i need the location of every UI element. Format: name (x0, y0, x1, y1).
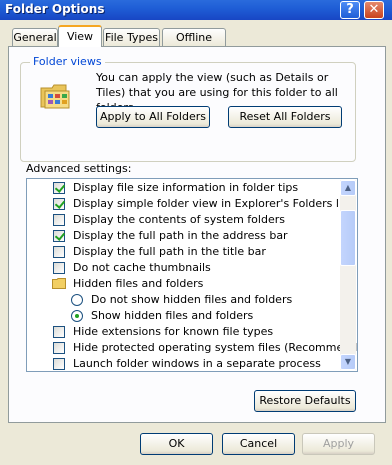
list-item[interactable]: Launch folder windows in a separate proc… (27, 356, 341, 371)
advanced-settings-list[interactable]: Display file size information in folder … (26, 178, 358, 372)
close-button[interactable]: ✕ (364, 1, 384, 19)
advanced-settings-scrollbar[interactable]: ▲ ▼ (340, 180, 356, 370)
checkbox[interactable] (53, 342, 65, 354)
apply-to-all-folders-label: Apply to All Folders (100, 110, 206, 123)
list-item[interactable]: Show hidden files and folders (27, 308, 341, 324)
list-item-label: Do not show hidden files and folders (91, 293, 293, 306)
list-item[interactable]: Hide protected operating system files (R… (27, 340, 357, 356)
tab-general[interactable]: General (12, 28, 58, 46)
folder-views-legend: Folder views (30, 55, 105, 68)
apply-to-all-folders-button[interactable]: Apply to All Folders (96, 106, 210, 128)
chevron-up-icon: ▲ (344, 183, 352, 192)
ok-label: OK (168, 437, 185, 450)
list-item[interactable]: Display simple folder view in Explorer's… (27, 196, 352, 212)
apply-label: Apply (322, 437, 355, 450)
list-item-label: Display the full path in the title bar (73, 245, 266, 258)
list-item[interactable]: Display the contents of system folders (27, 212, 341, 228)
list-item-label: Launch folder windows in a separate proc… (73, 357, 321, 370)
checkbox[interactable] (53, 326, 65, 338)
checkbox[interactable] (53, 198, 65, 210)
list-item[interactable]: Hide extensions for known file types (27, 324, 341, 340)
checkbox[interactable] (53, 230, 65, 242)
help-icon: ? (346, 2, 354, 17)
checkbox[interactable] (53, 182, 65, 194)
list-group-header: Hidden files and folders (27, 276, 341, 292)
list-item-label: Display file size information in folder … (73, 181, 299, 194)
checkbox[interactable] (53, 214, 65, 226)
tab-file-types[interactable]: File Types (103, 28, 160, 46)
list-item-label: Hide extensions for known file types (73, 325, 274, 338)
list-item-label: Display the contents of system folders (73, 213, 285, 226)
radio-button[interactable] (71, 310, 83, 322)
list-item[interactable]: Display file size information in folder … (27, 180, 341, 196)
close-icon: ✕ (368, 2, 380, 17)
ok-button[interactable]: OK (140, 433, 213, 455)
tab-offline-files[interactable]: Offline Files (162, 28, 226, 61)
cancel-button[interactable]: Cancel (222, 433, 295, 455)
tab-view-label: View (66, 30, 94, 43)
folder-views-icon (40, 84, 70, 109)
list-item[interactable]: Display the full path in the address bar (27, 228, 341, 244)
scroll-thumb[interactable] (340, 210, 356, 266)
tab-view[interactable]: View (58, 25, 102, 47)
advanced-settings-label: Advanced settings: (26, 162, 132, 175)
list-item-label: Do not cache thumbnails (73, 261, 211, 274)
checkbox[interactable] (53, 262, 65, 274)
list-item-label: Display the full path in the address bar (73, 229, 288, 242)
radio-button[interactable] (71, 294, 83, 306)
list-item-label: Hidden files and folders (73, 277, 204, 290)
tab-file-types-label: File Types (105, 31, 158, 44)
list-item[interactable]: Do not cache thumbnails (27, 260, 341, 276)
checkbox[interactable] (53, 246, 65, 258)
reset-all-folders-label: Reset All Folders (239, 110, 331, 123)
chevron-down-icon: ▼ (344, 357, 352, 366)
restore-defaults-button[interactable]: Restore Defaults (254, 390, 356, 412)
scroll-up-button[interactable]: ▲ (340, 180, 356, 196)
reset-all-folders-button[interactable]: Reset All Folders (228, 106, 342, 128)
apply-button[interactable]: Apply (302, 433, 375, 455)
folder-icon (52, 278, 66, 289)
help-button[interactable]: ? (340, 1, 360, 19)
title-bar: Folder Options ? ✕ (0, 0, 392, 20)
tab-general-label: General (13, 31, 57, 44)
list-item-label: Show hidden files and folders (91, 309, 254, 322)
window-title: Folder Options (5, 2, 105, 16)
scroll-down-button[interactable]: ▼ (340, 354, 356, 370)
restore-defaults-label: Restore Defaults (259, 394, 351, 407)
checkbox[interactable] (53, 358, 65, 370)
list-item[interactable]: Display the full path in the title bar (27, 244, 341, 260)
list-item-label: Display simple folder view in Explorer's… (73, 197, 353, 210)
list-item[interactable]: Do not show hidden files and folders (27, 292, 341, 308)
cancel-label: Cancel (239, 437, 278, 450)
list-item-label: Hide protected operating system files (R… (73, 341, 358, 354)
